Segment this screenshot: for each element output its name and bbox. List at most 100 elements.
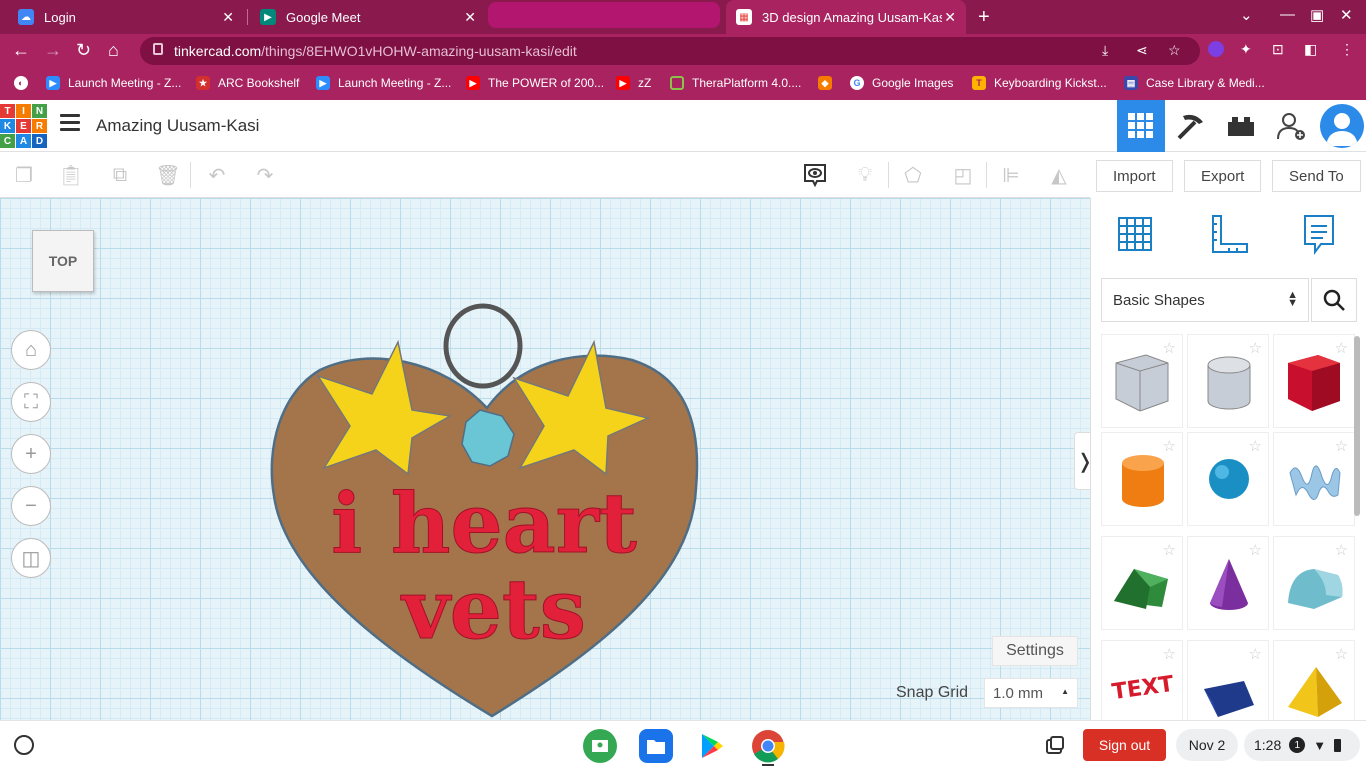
- back-button[interactable]: ←: [12, 40, 30, 61]
- delete-icon[interactable]: 🗑︎: [155, 162, 181, 188]
- favorite-star-icon[interactable]: ☆: [1335, 541, 1348, 559]
- ruler-icon[interactable]: [1205, 212, 1249, 256]
- notes-icon[interactable]: [1297, 212, 1341, 256]
- paste-icon[interactable]: 📋︎: [58, 162, 84, 188]
- launcher-icon[interactable]: [14, 735, 34, 755]
- import-button[interactable]: Import: [1096, 160, 1173, 192]
- tinkercad-logo[interactable]: T I N K E R C A D: [0, 104, 47, 148]
- side-panel-icon[interactable]: ◧: [1304, 41, 1317, 58]
- chrome-icon[interactable]: [751, 729, 785, 763]
- snap-grid-select[interactable]: 1.0 mm ▲: [984, 678, 1078, 708]
- close-icon[interactable]: ✕: [222, 9, 234, 26]
- more-menu-icon[interactable]: ⋮: [1340, 41, 1354, 58]
- maximize-button[interactable]: ▣: [1310, 6, 1324, 24]
- files-icon[interactable]: [639, 729, 673, 763]
- favorite-star-icon[interactable]: ☆: [1163, 645, 1176, 663]
- favorite-star-icon[interactable]: ☆: [1249, 541, 1262, 559]
- bookmark-item[interactable]: TheraPlatform 4.0....: [670, 76, 801, 90]
- close-window-button[interactable]: ✕: [1340, 6, 1353, 24]
- fit-view-icon[interactable]: ⛶: [11, 382, 51, 422]
- favorite-star-icon[interactable]: ☆: [1335, 645, 1348, 663]
- favorite-star-icon[interactable]: ☆: [1335, 437, 1348, 455]
- workplane-icon[interactable]: [1113, 212, 1157, 256]
- shape-round-roof[interactable]: ☆: [1273, 536, 1355, 630]
- shape-cylinder[interactable]: ☆: [1101, 432, 1183, 526]
- bookmark-star-icon[interactable]: ☆: [1168, 42, 1181, 59]
- favorite-star-icon[interactable]: ☆: [1163, 339, 1176, 357]
- avatar[interactable]: [1320, 104, 1364, 148]
- status-tray[interactable]: 1:28 1 ▼: [1244, 729, 1360, 761]
- shape-wedge[interactable]: ☆: [1187, 640, 1269, 720]
- minecraft-view-button[interactable]: [1167, 100, 1215, 152]
- workplane[interactable]: TOP ⌂ ⛶ + − ◫ i heart vets Settings Snap…: [0, 198, 1090, 720]
- install-icon[interactable]: ⤓: [1102, 42, 1108, 59]
- share-icon[interactable]: ⋖: [1136, 42, 1148, 59]
- settings-button[interactable]: Settings: [992, 636, 1078, 666]
- search-button[interactable]: [1311, 278, 1357, 322]
- tab-login[interactable]: ☁ Login ✕: [8, 0, 244, 34]
- tab-3d-design[interactable]: ▦ 3D design Amazing Uusam-Kasi ✕: [726, 0, 966, 34]
- bookmark-item[interactable]: ▤ Case Library & Medi...: [1124, 76, 1265, 90]
- design-list-icon[interactable]: [60, 114, 80, 134]
- export-button[interactable]: Export: [1184, 160, 1262, 192]
- undo-icon[interactable]: ↶: [204, 162, 230, 188]
- holding-space-icon[interactable]: [1045, 735, 1065, 760]
- bookmark-item[interactable]: ★ ARC Bookshelf: [196, 76, 299, 90]
- google-classroom-icon[interactable]: [583, 729, 617, 763]
- bookmark-item[interactable]: T Keyboarding Kickst...: [972, 76, 1107, 90]
- puzzle-icon[interactable]: ✦: [1240, 41, 1252, 58]
- shape-scribble[interactable]: ☆: [1273, 432, 1355, 526]
- favorite-star-icon[interactable]: ☆: [1249, 437, 1262, 455]
- shape-box[interactable]: ☆: [1273, 334, 1355, 428]
- bookmark-item[interactable]: ▶ zZ: [616, 76, 651, 90]
- favorite-star-icon[interactable]: ☆: [1163, 437, 1176, 455]
- extension-icon[interactable]: [1208, 41, 1224, 57]
- heart-keychain-model[interactable]: i heart vets: [262, 298, 712, 720]
- shape-text[interactable]: ☆ TEXT: [1101, 640, 1183, 720]
- duplicate-icon[interactable]: ⧉: [107, 162, 133, 188]
- shape-sphere[interactable]: ☆: [1187, 432, 1269, 526]
- ungroup-icon[interactable]: ◰: [950, 162, 976, 188]
- perspective-icon[interactable]: ◫: [11, 538, 51, 578]
- bricks-view-button[interactable]: [1217, 100, 1265, 152]
- reload-button[interactable]: ↻: [76, 40, 91, 61]
- copy-icon[interactable]: ❐: [11, 162, 37, 188]
- shape-cylinder-hole[interactable]: ☆: [1187, 334, 1269, 428]
- url-field[interactable]: tinkercad.com/things/8EHWO1vHOHW-amazing…: [140, 37, 1200, 65]
- date-display[interactable]: Nov 2: [1176, 729, 1238, 761]
- send-to-button[interactable]: Send To: [1272, 160, 1361, 192]
- tab-search-icon[interactable]: ⌄: [1240, 6, 1253, 24]
- zoom-in-icon[interactable]: +: [11, 434, 51, 474]
- play-store-icon[interactable]: [695, 729, 729, 763]
- bookmark-item[interactable]: ▶ The POWER of 200...: [466, 76, 604, 90]
- group-icon[interactable]: ⬠: [900, 162, 926, 188]
- favorite-star-icon[interactable]: ☆: [1163, 541, 1176, 559]
- minimize-button[interactable]: —: [1280, 6, 1295, 23]
- tab-google-meet[interactable]: ▶ Google Meet ✕: [250, 0, 486, 34]
- mirror-icon[interactable]: ◭: [1046, 162, 1072, 188]
- close-icon[interactable]: ✕: [464, 9, 476, 26]
- zoom-out-icon[interactable]: −: [11, 486, 51, 526]
- favorite-star-icon[interactable]: ☆: [1335, 339, 1348, 357]
- design-title[interactable]: Amazing Uusam-Kasi: [96, 116, 259, 136]
- forward-button[interactable]: →: [44, 40, 62, 61]
- favorite-star-icon[interactable]: ☆: [1249, 645, 1262, 663]
- redacted-tab[interactable]: [488, 2, 720, 28]
- align-icon[interactable]: ⊫: [998, 162, 1024, 188]
- shape-cone[interactable]: ☆: [1187, 536, 1269, 630]
- favorite-star-icon[interactable]: ☆: [1249, 339, 1262, 357]
- show-all-icon[interactable]: [802, 162, 828, 188]
- sign-out-button[interactable]: Sign out: [1083, 729, 1166, 761]
- new-tab-button[interactable]: +: [978, 6, 990, 29]
- bookmark-item[interactable]: ◆: [818, 76, 840, 90]
- view-cube[interactable]: TOP: [32, 230, 94, 292]
- home-view-icon[interactable]: ⌂: [11, 330, 51, 370]
- shape-roof[interactable]: ☆: [1101, 536, 1183, 630]
- bookmark-item[interactable]: ▶ Launch Meeting - Z...: [46, 76, 181, 90]
- cast-icon[interactable]: ⊡: [1272, 41, 1284, 58]
- bookmark-item[interactable]: ▶ Launch Meeting - Z...: [316, 76, 451, 90]
- 3d-design-view-button[interactable]: [1117, 100, 1165, 152]
- shape-pyramid[interactable]: ☆: [1273, 640, 1355, 720]
- shape-box-hole[interactable]: ☆: [1101, 334, 1183, 428]
- close-icon[interactable]: ✕: [944, 9, 956, 26]
